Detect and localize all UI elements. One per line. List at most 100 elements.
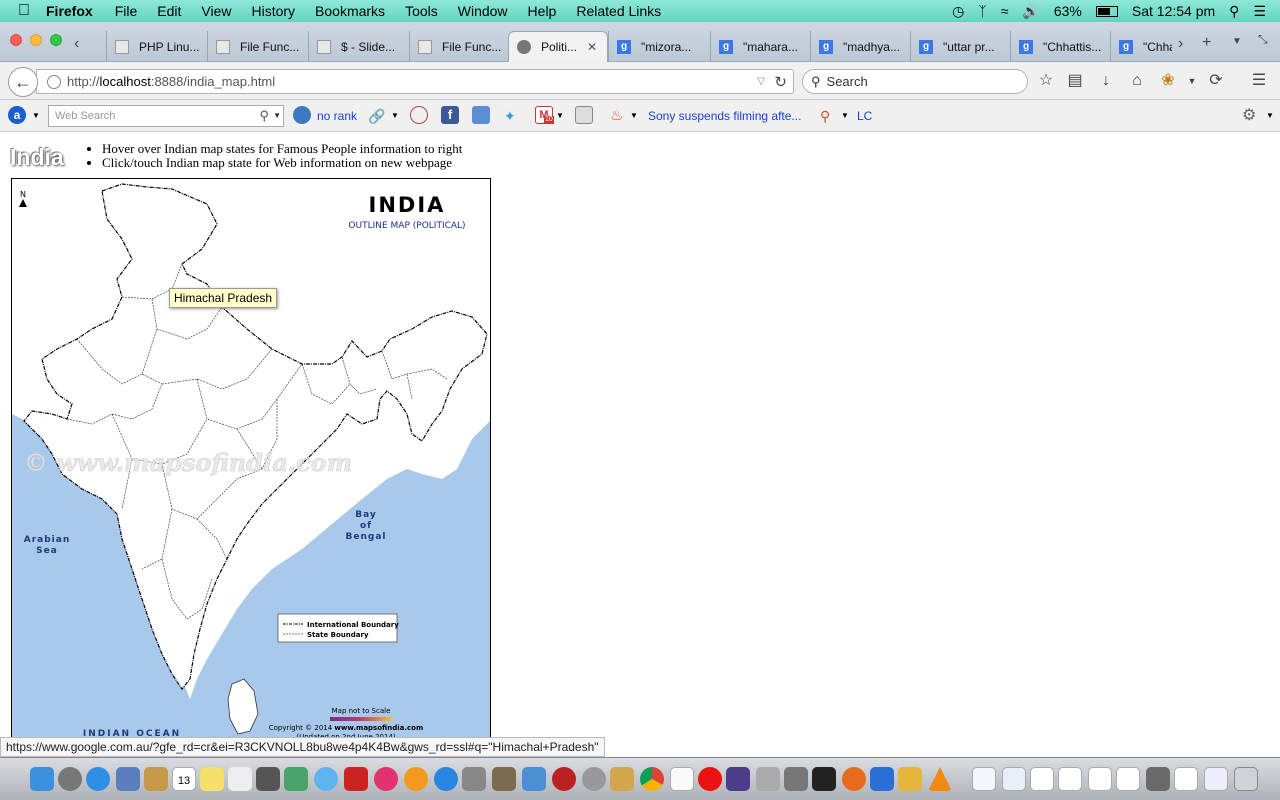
doc-thumb-7-icon[interactable] [1146, 767, 1170, 791]
sync-icon[interactable]: ⟳ [1206, 71, 1226, 91]
menu-window[interactable]: Window [458, 3, 508, 19]
web-search-input[interactable]: Web Search ⚲ ▼ [48, 105, 284, 127]
facetime-icon[interactable] [256, 767, 280, 791]
menu-app-name[interactable]: Firefox [46, 3, 93, 19]
share-icon[interactable] [472, 106, 490, 124]
battery-icon[interactable] [1095, 5, 1118, 17]
settings-gear-icon[interactable]: ⚙ [1242, 106, 1256, 126]
image-capture-icon[interactable] [784, 767, 808, 791]
reload-icon[interactable]: ↻ [774, 73, 787, 91]
facebook-icon[interactable]: f [441, 106, 459, 124]
doc-thumb-2-icon[interactable] [1002, 767, 1026, 791]
tabs-scroll-left-icon[interactable]: ‹ [74, 35, 79, 53]
doc-thumb-8-icon[interactable] [1174, 767, 1198, 791]
addon-a-dropdown-icon[interactable]: ▼ [32, 106, 40, 126]
preview-icon[interactable] [462, 767, 486, 791]
photo-booth-icon[interactable] [344, 767, 368, 791]
lc-link[interactable]: LC [857, 106, 872, 126]
menu-related-links[interactable]: Related Links [576, 3, 661, 19]
firefox-dock-icon[interactable] [842, 767, 866, 791]
utility-icon[interactable] [610, 767, 634, 791]
messages-icon[interactable] [314, 767, 338, 791]
document-icon[interactable] [670, 767, 694, 791]
tab-file-func-1[interactable]: File Func... [207, 31, 308, 62]
menu-hamburger-icon[interactable]: ☰ [1249, 71, 1269, 91]
site-identity-icon[interactable] [47, 74, 61, 89]
close-tab-icon[interactable]: ✕ [587, 40, 597, 54]
menu-help[interactable]: Help [528, 3, 557, 19]
link-tool-icon[interactable]: 🔗 [368, 106, 385, 126]
clock[interactable]: Sat 12:54 pm [1132, 3, 1215, 19]
vlc-icon[interactable] [928, 767, 952, 791]
tabs-scroll-right-icon[interactable]: › [1178, 35, 1183, 53]
launchpad-icon[interactable] [58, 767, 82, 791]
map-svg[interactable]: INDIA OUTLINE MAP (POLITICAL) N © www.ma… [12, 179, 491, 758]
chrome-icon[interactable] [640, 767, 664, 791]
mail-app-icon[interactable] [116, 767, 140, 791]
gmail-dropdown-icon[interactable]: ▼ [556, 106, 564, 126]
zoom-window-icon[interactable] [50, 34, 62, 46]
tab-php-linux[interactable]: PHP Linu... [106, 31, 207, 62]
tab-mizoram[interactable]: g "mizora... [608, 31, 710, 62]
tab-maharashtra[interactable]: g "mahara... [710, 31, 810, 62]
url-bar[interactable]: http://localhost:8888/india_map.html ▽ ↻ [36, 69, 794, 94]
doc-thumb-3-icon[interactable] [1030, 767, 1054, 791]
bird-icon[interactable] [410, 106, 428, 124]
tab-madhya[interactable]: g "madhya... [810, 31, 910, 62]
minimize-window-icon[interactable] [30, 34, 42, 46]
tab-slide[interactable]: $ - Slide... [308, 31, 409, 62]
torch-icon[interactable]: ⚲ [820, 106, 830, 126]
home-icon[interactable]: ⌂ [1127, 71, 1147, 91]
addon-a-icon[interactable]: a [8, 106, 26, 124]
tab-political-active[interactable]: Politi... ✕ [508, 31, 608, 62]
addon-icon[interactable]: ❀ [1158, 71, 1178, 91]
reminders-icon[interactable] [228, 767, 252, 791]
notes-icon[interactable] [200, 767, 224, 791]
reading-list-icon[interactable]: ▤ [1065, 71, 1085, 91]
safari-icon[interactable] [86, 767, 110, 791]
tab-list-icon[interactable]: ▼ [1232, 36, 1242, 47]
spotlight-icon[interactable]: ⚲ [1229, 3, 1239, 20]
textwrangler-icon[interactable] [870, 767, 894, 791]
system-prefs-icon[interactable] [582, 767, 606, 791]
photos-icon[interactable] [284, 767, 308, 791]
news-ticker-link[interactable]: Sony suspends filming afte... [648, 106, 801, 126]
imovie-icon[interactable] [726, 767, 750, 791]
menu-bookmarks[interactable]: Bookmarks [315, 3, 385, 19]
link-tool-dropdown-icon[interactable]: ▼ [391, 106, 399, 126]
search-input[interactable]: ⚲ Search [802, 69, 1028, 94]
settings-dropdown-icon[interactable]: ▼ [1266, 106, 1274, 126]
torch-dropdown-icon[interactable]: ▼ [841, 106, 849, 126]
doc-thumb-4-icon[interactable] [1058, 767, 1082, 791]
tab-chhattisgarh-2[interactable]: g "Chha [1110, 31, 1172, 62]
new-tab-icon[interactable]: + [1202, 34, 1211, 52]
tab-chhattisgarh-1[interactable]: g "Chhattis... [1010, 31, 1110, 62]
doc-thumb-9-icon[interactable] [1204, 767, 1228, 791]
notification-center-icon[interactable]: ☰ [1253, 3, 1266, 20]
close-window-icon[interactable] [10, 34, 22, 46]
contacts-icon[interactable] [144, 767, 168, 791]
menu-tools[interactable]: Tools [405, 3, 438, 19]
sparkle-icon[interactable]: ✦ [504, 106, 516, 126]
menu-view[interactable]: View [201, 3, 231, 19]
menu-history[interactable]: History [251, 3, 295, 19]
terminal-icon[interactable] [812, 767, 836, 791]
trash-icon[interactable] [1234, 767, 1258, 791]
menu-file[interactable]: File [115, 3, 138, 19]
tab-uttar-pradesh[interactable]: g "uttar pr... [910, 31, 1010, 62]
doc-thumb-1-icon[interactable] [972, 767, 996, 791]
card-icon[interactable] [575, 106, 593, 124]
fire-icon[interactable]: ♨ [610, 106, 623, 126]
app-store-icon[interactable] [434, 767, 458, 791]
xcode-icon[interactable] [522, 767, 546, 791]
opera-icon[interactable] [698, 767, 722, 791]
volume-icon[interactable]: 🔊 [1022, 3, 1039, 20]
battery-percent[interactable]: 63% [1054, 3, 1082, 19]
editor-icon[interactable] [898, 767, 922, 791]
filezilla-icon[interactable] [552, 767, 576, 791]
back-button[interactable]: ← [8, 67, 38, 97]
india-map[interactable]: INDIA OUTLINE MAP (POLITICAL) N © www.ma… [11, 178, 491, 758]
gimp-icon[interactable] [492, 767, 516, 791]
itunes-icon[interactable] [374, 767, 398, 791]
calendar-icon[interactable]: 13 [172, 767, 196, 791]
